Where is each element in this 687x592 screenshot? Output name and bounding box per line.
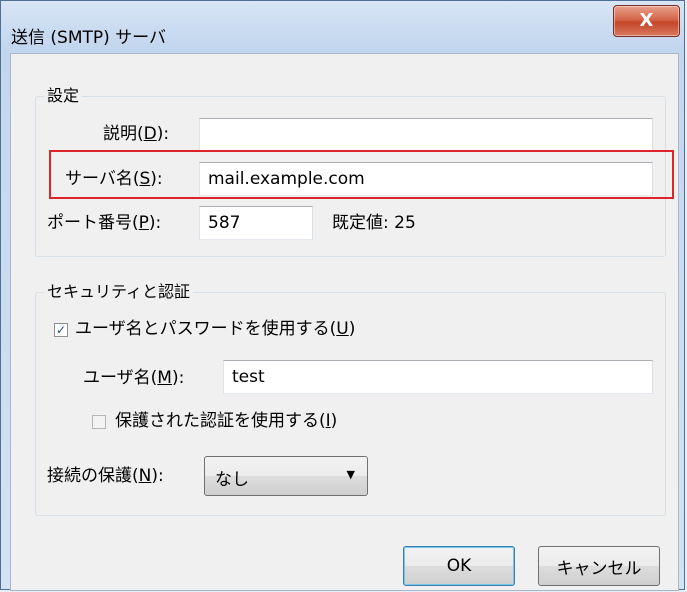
use-password-checkbox[interactable]: ✓ xyxy=(54,323,68,337)
use-password-label[interactable]: ユーザ名とパスワードを使用する(U) xyxy=(75,318,355,340)
dialog-window: 送信 (SMTP) サーバ X 設定 説明(D): サーバ名(S): mail.… xyxy=(0,0,685,591)
dialog-body: 設定 説明(D): サーバ名(S): mail.example.com ポート番… xyxy=(10,53,679,591)
server-name-input[interactable]: mail.example.com xyxy=(199,162,653,196)
checkmark-icon: ✓ xyxy=(55,323,67,337)
description-input[interactable] xyxy=(199,118,653,152)
close-button[interactable]: X xyxy=(613,5,680,37)
server-name-label: サーバ名(S): xyxy=(65,169,163,189)
port-label: ポート番号(P): xyxy=(47,213,162,233)
security-group-label: セキュリティと認証 xyxy=(44,282,194,302)
cancel-button[interactable]: キャンセル xyxy=(538,546,660,586)
connection-security-select[interactable]: なし ▼ xyxy=(204,456,368,496)
chevron-down-icon: ▼ xyxy=(346,468,355,481)
close-icon: X xyxy=(639,10,654,31)
username-input[interactable]: test xyxy=(223,360,653,394)
secure-auth-label[interactable]: 保護された認証を使用する(I) xyxy=(115,410,337,432)
ok-button[interactable]: OK xyxy=(403,546,515,586)
port-input[interactable]: 587 xyxy=(199,206,313,240)
default-port-label: 既定値: 25 xyxy=(332,213,416,233)
title-bar[interactable]: 送信 (SMTP) サーバ X xyxy=(1,1,684,53)
connection-security-value: なし xyxy=(215,470,249,490)
username-label: ユーザ名(M): xyxy=(83,368,185,388)
description-label: 説明(D): xyxy=(103,124,170,144)
connection-security-label: 接続の保護(N): xyxy=(47,466,164,486)
window-title: 送信 (SMTP) サーバ xyxy=(11,28,166,48)
settings-group-label: 設定 xyxy=(44,86,83,106)
secure-auth-checkbox[interactable] xyxy=(92,415,106,429)
